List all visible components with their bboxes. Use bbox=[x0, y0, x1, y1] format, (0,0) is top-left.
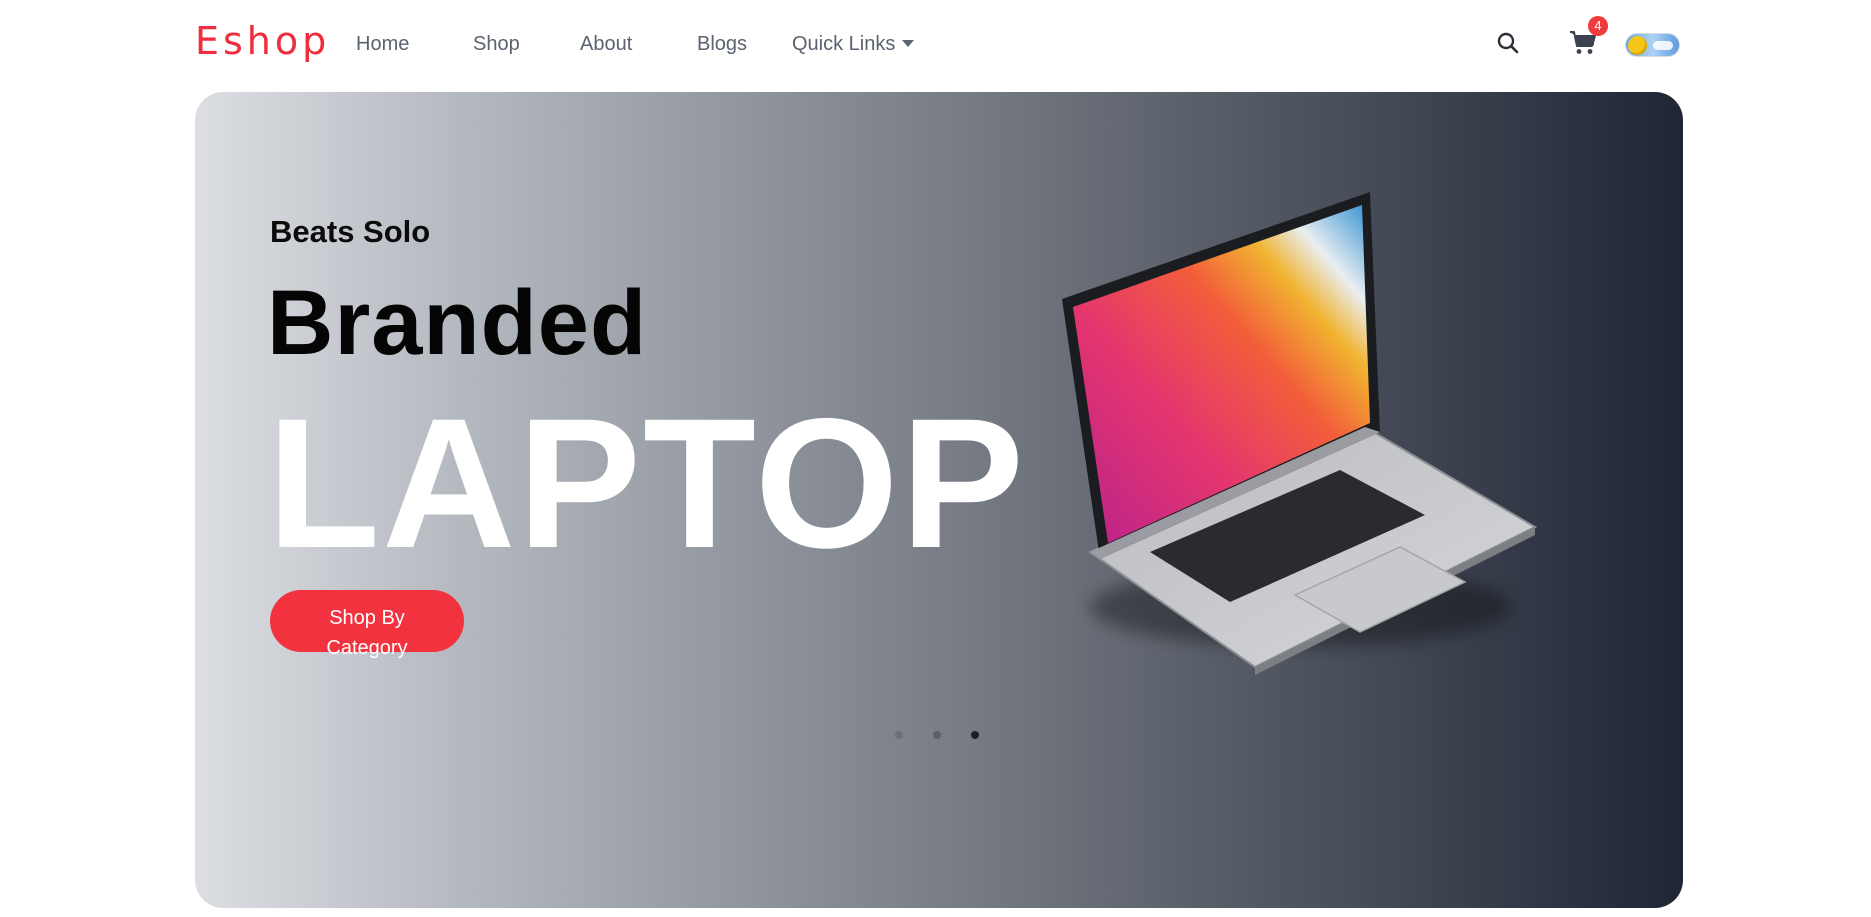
sun-icon bbox=[1628, 36, 1647, 55]
slider-dot-3[interactable] bbox=[971, 731, 979, 739]
search-button[interactable] bbox=[1493, 28, 1523, 58]
nav-link-quick-links[interactable]: Quick Links bbox=[792, 33, 915, 55]
nav-link-home[interactable]: Home bbox=[356, 34, 409, 54]
hero-big-title: LAPTOP bbox=[267, 381, 1026, 587]
brand-logo[interactable]: Eshop bbox=[195, 22, 330, 60]
nav-link-shop[interactable]: Shop bbox=[473, 34, 520, 54]
theme-toggle[interactable] bbox=[1625, 33, 1680, 57]
laptop-product-image bbox=[1062, 192, 1538, 675]
caret-down-icon bbox=[902, 40, 915, 47]
cart-count-badge: 4 bbox=[1588, 16, 1608, 36]
nav-link-about[interactable]: About bbox=[580, 34, 632, 54]
hero-slider: Beats Solo Branded LAPTOP Shop By Catego… bbox=[195, 92, 1683, 908]
slider-dot-2[interactable] bbox=[933, 731, 941, 739]
hero-title: Branded bbox=[267, 272, 648, 374]
cart-button[interactable]: 4 bbox=[1568, 16, 1608, 58]
nav-link-quick-links-label: Quick Links bbox=[792, 33, 896, 55]
slider-dot-1[interactable] bbox=[895, 731, 903, 739]
nav-link-blogs[interactable]: Blogs bbox=[697, 34, 747, 54]
search-icon bbox=[1497, 32, 1519, 54]
site-header: Eshop Home Shop About Blogs Quick Links … bbox=[195, 0, 1683, 92]
hero-subtitle: Beats Solo bbox=[270, 214, 431, 249]
shop-by-category-label: Shop By Category bbox=[326, 607, 408, 659]
cloud-icon bbox=[1653, 41, 1673, 50]
shop-by-category-button[interactable]: Shop By Category bbox=[270, 590, 464, 659]
